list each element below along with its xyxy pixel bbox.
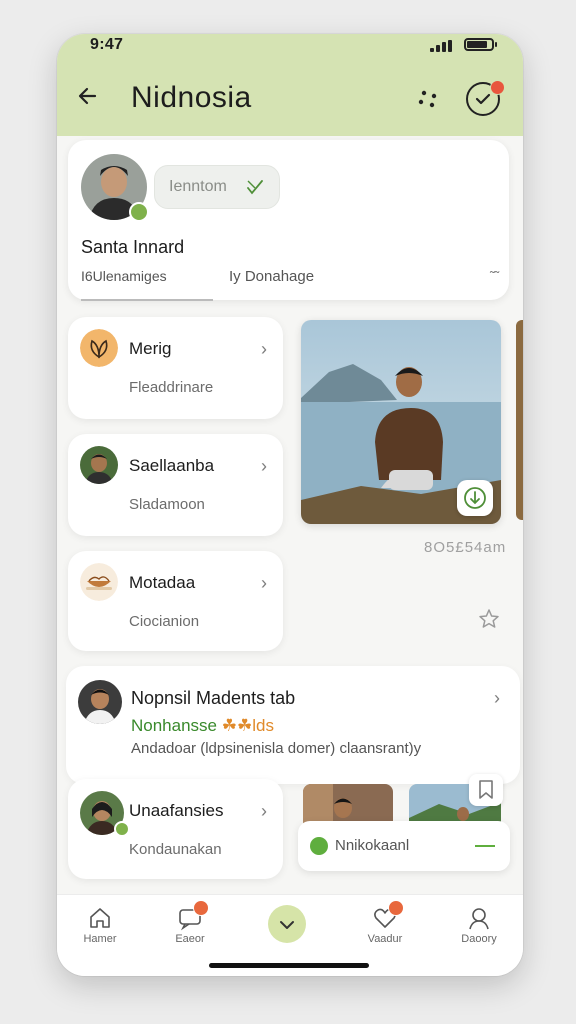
profile-action-button[interactable]: Ienntom [154,165,280,209]
profile-action-label: Ienntom [169,178,227,195]
list-item-subtitle: Kondaunakan [129,841,222,858]
leaf-check-icon [247,180,263,195]
chevron-right-icon: › [261,339,267,359]
status-dot-icon [310,837,328,855]
list-item[interactable]: Saellaanba › Sladamoon [68,434,283,536]
nav-label: Vaadur [367,933,403,945]
dots-icon [418,90,437,108]
online-status-icon [129,202,149,222]
download-icon [464,487,486,509]
next-photo-preview[interactable] [516,320,523,520]
nav-center-button[interactable] [268,905,306,943]
nav-badge [388,900,404,916]
status-time: 9:47 [90,36,124,53]
list-item-subtitle: Ciocianion [129,613,200,630]
nav-favorites[interactable]: Vaadur [355,900,415,955]
nav-label: Daoory [461,933,497,945]
status-pill-label: Nnikokaanl [335,837,410,854]
signal-icon [430,40,458,52]
feature-description: Andadoar (ldpsinenisla domer) claansrant… [131,740,422,757]
list-item-title: Motadaa [129,573,196,592]
profile-card: Ienntom Santa Innard I6Ulenamiges Iy Don… [68,140,509,301]
bookmark-button[interactable] [469,774,503,806]
nav-profile[interactable]: Daoory [449,905,509,955]
featured-photo[interactable] [301,320,501,524]
profile-stat-left: I6Ulenamiges [81,268,167,284]
heart-icon [372,900,404,931]
nav-explore[interactable]: Eaeor [160,900,220,955]
arrow-left-icon [78,87,97,105]
bookmark-icon [479,780,493,799]
notification-badge [490,80,505,95]
home-indicator [209,963,369,968]
leaf-icon [80,329,118,367]
online-status-icon [114,821,130,837]
battery-icon [464,38,497,51]
home-icon [87,905,113,931]
profile-more-icon[interactable]: ˜˜ [490,268,499,284]
list-item[interactable]: Motadaa › Ciocianion [68,551,283,651]
list-item[interactable]: Unaafansies › Kondaunakan [68,779,283,879]
chevron-right-icon: › [494,688,500,708]
avatar [78,680,122,724]
back-button[interactable] [75,82,103,110]
list-item-subtitle: Fleaddrinare [129,379,214,396]
person-avatar [80,446,118,484]
phone-frame: 9:47 Nidnosia Ienntom Santa Innard I6Ule… [57,34,523,976]
feature-title: Nopnsil Madents tab [131,688,296,708]
page-title: Nidnosia [131,81,252,114]
feature-tag-green: Nonhansse [131,716,218,735]
profile-progress-bar [81,299,213,301]
photo-caption: 8O5£54am [424,539,507,556]
app-header: 9:47 Nidnosia [57,34,523,136]
profile-name: Santa Innard [81,237,185,257]
download-button[interactable] [457,480,493,516]
status-line-icon [475,845,495,847]
list-item-title: Unaafansies [129,801,224,820]
nav-label: Hamer [83,933,117,945]
more-options-button[interactable] [415,84,443,112]
chevron-right-icon: › [261,573,267,593]
feature-card[interactable]: Nopnsil Madents tab Nonhansse ☘☘lds Anda… [66,666,520,784]
list-item-title: Saellaanba [129,456,215,475]
chevron-right-icon: › [261,456,267,476]
list-item-subtitle: Sladamoon [129,496,205,513]
profile-stat-right: Iy Donahage [229,268,315,285]
list-item-title: Merig [129,339,172,358]
nav-label: Eaeor [175,933,205,945]
feature-tag-orange: ☘☘lds [221,716,274,735]
feature-tags: Nonhansse ☘☘lds [131,716,274,736]
nav-home[interactable]: Hamer [70,905,130,955]
chevron-down-icon [280,921,294,929]
star-icon [479,609,499,628]
chevron-right-icon: › [261,801,267,821]
favorite-button[interactable] [478,608,500,630]
status-pill[interactable]: Nnikokaanl [298,821,510,871]
search-icon [466,905,492,931]
bottom-navigation: Hamer Eaeor Vaadur Daoory [57,894,523,976]
chat-icon [177,900,209,931]
nav-badge [193,900,209,916]
bowl-icon [80,563,118,601]
list-item[interactable]: Merig › Fleaddrinare [68,317,283,419]
